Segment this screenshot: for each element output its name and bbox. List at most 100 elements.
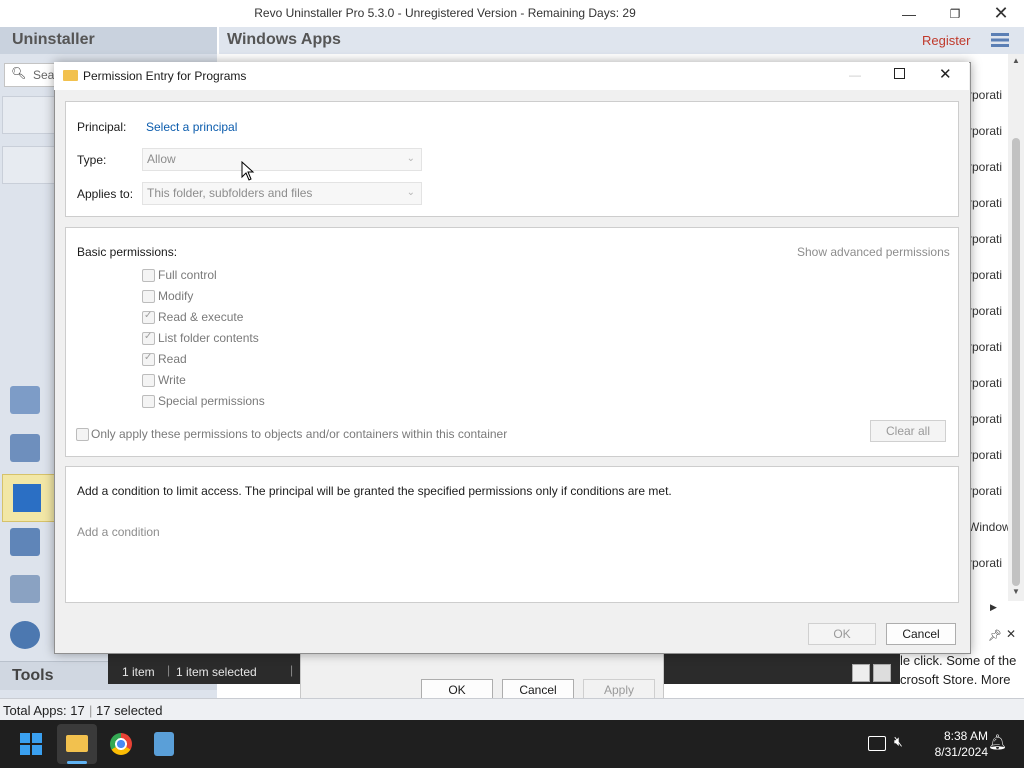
details-view-icon[interactable] bbox=[852, 664, 870, 682]
chevron-down-icon: ⌄ bbox=[406, 187, 415, 198]
dialog-minimize-icon[interactable]: — bbox=[849, 68, 861, 82]
file-explorer-taskbar-button[interactable] bbox=[57, 724, 97, 764]
file-explorer-icon bbox=[66, 735, 88, 752]
search-placeholder: Sea bbox=[33, 68, 55, 82]
status-divider-2: | bbox=[290, 663, 294, 677]
publisher-cell[interactable]: rporati bbox=[968, 473, 1010, 509]
publisher-cell[interactable]: rporati bbox=[968, 437, 1010, 473]
show-advanced-permissions-link[interactable]: Show advanced permissions bbox=[797, 245, 950, 259]
restore-icon: ❐ bbox=[949, 6, 961, 21]
cancel-button[interactable]: Cancel bbox=[886, 623, 956, 645]
clock[interactable]: 8:38 AM 8/31/2024 bbox=[916, 728, 988, 760]
publisher-cell[interactable]: rporati bbox=[968, 401, 1010, 437]
permission-checkbox[interactable] bbox=[142, 352, 155, 366]
publisher-cell[interactable]: rporati bbox=[968, 185, 1010, 221]
register-link[interactable]: Register bbox=[922, 33, 970, 48]
type-value: Allow bbox=[147, 152, 176, 166]
minimize-icon: — bbox=[902, 5, 916, 22]
permission-checkbox[interactable] bbox=[142, 310, 155, 324]
item-selected: 1 item selected bbox=[176, 665, 257, 679]
permission-checkbox[interactable] bbox=[142, 269, 155, 282]
applies-to-value: This folder, subfolders and files bbox=[147, 186, 313, 200]
hamburger-menu-icon[interactable] bbox=[991, 33, 1009, 47]
start-icon[interactable] bbox=[20, 733, 42, 755]
scroll-up-icon[interactable]: ▲ bbox=[1012, 56, 1020, 65]
chrome-icon[interactable] bbox=[110, 733, 132, 755]
scrollbar-thumb[interactable] bbox=[1012, 138, 1020, 586]
permission-label: Modify bbox=[158, 289, 194, 303]
publisher-cell[interactable]: rporati bbox=[968, 257, 1010, 293]
revo-uninstaller-icon[interactable] bbox=[154, 732, 174, 756]
publisher-cell[interactable]: Window bbox=[968, 509, 1010, 545]
permission-label: List folder contents bbox=[158, 331, 259, 345]
clock-date: 8/31/2024 bbox=[934, 745, 988, 759]
principal-label: Principal: bbox=[77, 120, 127, 134]
volume-muted-icon[interactable]: 🔇︎ bbox=[894, 733, 903, 750]
minimize-button[interactable]: — bbox=[886, 0, 932, 27]
windows-apps-item[interactable] bbox=[2, 474, 60, 522]
all-programs-item[interactable] bbox=[2, 378, 52, 424]
traced-programs-item[interactable] bbox=[2, 426, 52, 472]
panel-close-icon[interactable]: ✕ bbox=[1006, 627, 1016, 641]
publisher-cell[interactable]: rporati bbox=[968, 545, 1010, 581]
tools-label: Tools bbox=[12, 667, 54, 684]
restore-button[interactable]: ❐ bbox=[932, 0, 978, 27]
permission-label: Write bbox=[158, 373, 186, 387]
notification-bell-icon[interactable]: 🔔︎ bbox=[988, 733, 1007, 751]
dialog-maximize-icon[interactable] bbox=[894, 68, 905, 79]
permission-label: Special permissions bbox=[158, 394, 265, 408]
left-panel-title: Uninstaller bbox=[12, 31, 95, 48]
type-dropdown[interactable]: Allow ⌄ bbox=[142, 148, 422, 171]
main-status-bar: Total Apps: 17 | 17 selected bbox=[0, 698, 1024, 721]
publisher-cell[interactable]: rporati bbox=[968, 77, 1010, 113]
tiles-view-icon[interactable] bbox=[873, 664, 891, 682]
right-panel-header: Windows Apps Register bbox=[219, 27, 1024, 54]
status-divider: | bbox=[167, 663, 171, 677]
close-button[interactable]: ✕ bbox=[978, 0, 1024, 27]
vertical-scrollbar[interactable]: ▲ ▼ bbox=[1008, 54, 1024, 601]
hunter-mode-item[interactable] bbox=[2, 613, 52, 659]
description-text: le click. Some of the crosoft Store. Mor… bbox=[900, 651, 1016, 689]
permission-checkbox[interactable] bbox=[142, 395, 155, 408]
network-icon[interactable] bbox=[868, 736, 886, 751]
scroll-right-icon[interactable]: ▶ bbox=[990, 602, 997, 613]
add-condition-link[interactable]: Add a condition bbox=[77, 525, 160, 539]
dialog-title-bar: Permission Entry for Programs — ✕ bbox=[54, 62, 969, 90]
dialog-title: Permission Entry for Programs bbox=[83, 69, 247, 83]
condition-description: Add a condition to limit access. The pri… bbox=[77, 484, 672, 498]
basic-permissions-label: Basic permissions: bbox=[77, 245, 178, 259]
permission-label: Read bbox=[158, 352, 187, 366]
permission-checkbox[interactable] bbox=[142, 331, 155, 345]
publisher-cell[interactable]: rporati bbox=[968, 221, 1010, 257]
select-principal-link[interactable]: Select a principal bbox=[146, 120, 237, 134]
target-icon bbox=[10, 621, 40, 649]
publisher-cell[interactable]: rporati bbox=[968, 293, 1010, 329]
right-panel-title: Windows Apps bbox=[227, 31, 341, 48]
logs-item[interactable] bbox=[2, 567, 52, 613]
publisher-cell[interactable]: rporati bbox=[968, 149, 1010, 185]
permission-checkbox[interactable] bbox=[142, 290, 155, 303]
pin-icon[interactable]: 📌︎ bbox=[988, 629, 1002, 642]
active-indicator bbox=[67, 761, 87, 764]
clear-all-button[interactable]: Clear all bbox=[870, 420, 946, 442]
publisher-cell[interactable]: rporati bbox=[968, 329, 1010, 365]
permission-label: Full control bbox=[158, 268, 217, 282]
scroll-down-icon[interactable]: ▼ bbox=[1012, 587, 1020, 596]
only-apply-checkbox[interactable] bbox=[76, 428, 89, 441]
permission-checkbox[interactable] bbox=[142, 374, 155, 387]
status-separator: | bbox=[89, 703, 93, 718]
publisher-cell[interactable]: rporati bbox=[968, 113, 1010, 149]
browser-extensions-item[interactable] bbox=[2, 520, 52, 566]
programs-icon bbox=[10, 386, 40, 414]
main-title-bar: Revo Uninstaller Pro 5.3.0 - Unregistere… bbox=[0, 0, 1024, 27]
dialog-close-icon[interactable]: ✕ bbox=[939, 65, 952, 83]
ok-button[interactable]: OK bbox=[808, 623, 876, 645]
logs-icon bbox=[10, 575, 40, 603]
publisher-cell[interactable]: rporati bbox=[968, 365, 1010, 401]
folder-icon bbox=[63, 70, 78, 81]
applies-to-label: Applies to: bbox=[77, 187, 134, 201]
windows-icon bbox=[13, 484, 41, 512]
applies-to-dropdown[interactable]: This folder, subfolders and files ⌄ bbox=[142, 182, 422, 205]
permission-label: Read & execute bbox=[158, 310, 244, 324]
chevron-down-icon: ⌄ bbox=[406, 153, 415, 164]
